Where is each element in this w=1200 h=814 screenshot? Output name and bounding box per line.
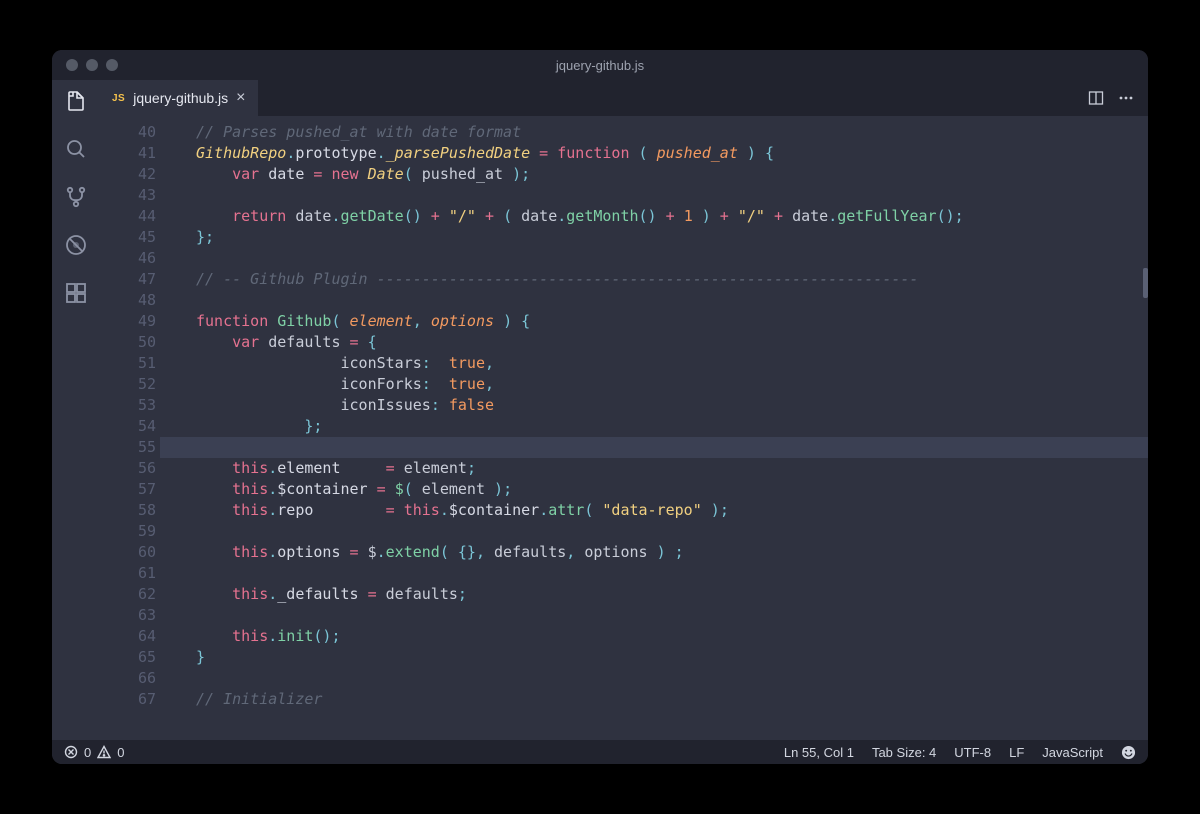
code-line[interactable] — [178, 563, 1148, 584]
activity-bar — [52, 80, 100, 740]
code-line[interactable] — [178, 521, 1148, 542]
code-content[interactable]: // Parses pushed_at with date formatGith… — [178, 116, 1148, 740]
tab-filename: jquery-github.js — [133, 90, 228, 106]
line-number: 61 — [100, 563, 156, 584]
code-line[interactable] — [178, 185, 1148, 206]
line-number: 58 — [100, 500, 156, 521]
more-actions-icon[interactable] — [1118, 90, 1134, 106]
code-line[interactable]: } — [178, 647, 1148, 668]
code-line[interactable]: this._defaults = defaults; — [178, 584, 1148, 605]
code-line[interactable]: // Parses pushed_at with date format — [178, 122, 1148, 143]
code-line[interactable]: this.element = element; — [178, 458, 1148, 479]
line-number: 54 — [100, 416, 156, 437]
line-number: 63 — [100, 605, 156, 626]
code-line[interactable]: var date = new Date( pushed_at ); — [178, 164, 1148, 185]
line-number: 62 — [100, 584, 156, 605]
editor-window: jquery-github.js JS jquery — [52, 50, 1148, 764]
line-number: 55 — [100, 437, 156, 458]
tab-jquery-github[interactable]: JS jquery-github.js × — [100, 80, 258, 116]
extensions-icon[interactable] — [63, 280, 89, 306]
language-mode[interactable]: JavaScript — [1042, 745, 1103, 760]
line-number: 53 — [100, 395, 156, 416]
line-number: 57 — [100, 479, 156, 500]
line-number: 56 — [100, 458, 156, 479]
code-line[interactable]: var defaults = { — [178, 332, 1148, 353]
line-number: 45 — [100, 227, 156, 248]
code-editor[interactable]: 4041424344454647484950515253545556575859… — [100, 116, 1148, 740]
scrollbar-thumb[interactable] — [1143, 268, 1148, 298]
code-line[interactable]: iconForks: true, — [178, 374, 1148, 395]
line-number: 43 — [100, 185, 156, 206]
line-number: 60 — [100, 542, 156, 563]
code-line[interactable]: function Github( element, options ) { — [178, 311, 1148, 332]
line-number: 48 — [100, 290, 156, 311]
code-line[interactable]: this.options = $.extend( {}, defaults, o… — [178, 542, 1148, 563]
source-control-icon[interactable] — [63, 184, 89, 210]
line-number: 66 — [100, 668, 156, 689]
titlebar: jquery-github.js — [52, 50, 1148, 80]
line-number: 65 — [100, 647, 156, 668]
eol[interactable]: LF — [1009, 745, 1024, 760]
error-count[interactable]: 0 — [84, 745, 91, 760]
line-number: 49 — [100, 311, 156, 332]
window-controls — [52, 59, 118, 71]
line-number: 50 — [100, 332, 156, 353]
line-number: 42 — [100, 164, 156, 185]
encoding[interactable]: UTF-8 — [954, 745, 991, 760]
error-icon[interactable] — [64, 745, 78, 759]
search-icon[interactable] — [63, 136, 89, 162]
line-number-gutter: 4041424344454647484950515253545556575859… — [100, 116, 178, 740]
feedback-icon[interactable] — [1121, 745, 1136, 760]
line-number: 64 — [100, 626, 156, 647]
line-number: 44 — [100, 206, 156, 227]
window-title: jquery-github.js — [556, 58, 644, 73]
line-number: 47 — [100, 269, 156, 290]
code-line[interactable]: this.$container = $( element ); — [178, 479, 1148, 500]
code-line[interactable]: iconStars: true, — [178, 353, 1148, 374]
code-line[interactable]: // Initializer — [178, 689, 1148, 710]
indentation[interactable]: Tab Size: 4 — [872, 745, 936, 760]
editor-actions — [1088, 80, 1148, 116]
code-line[interactable]: return date.getDate() + "/" + ( date.get… — [178, 206, 1148, 227]
code-line[interactable] — [178, 605, 1148, 626]
warning-icon[interactable] — [97, 745, 111, 759]
code-line[interactable]: iconIssues: false — [178, 395, 1148, 416]
code-line[interactable]: GithubRepo.prototype._parsePushedDate = … — [178, 143, 1148, 164]
tab-close-icon[interactable]: × — [236, 90, 245, 106]
status-bar: 0 0 Ln 55, Col 1 Tab Size: 4 UTF-8 LF Ja… — [52, 740, 1148, 764]
debug-icon[interactable] — [63, 232, 89, 258]
code-line[interactable] — [178, 290, 1148, 311]
maximize-window-button[interactable] — [106, 59, 118, 71]
line-number: 67 — [100, 689, 156, 710]
minimize-window-button[interactable] — [86, 59, 98, 71]
line-number: 40 — [100, 122, 156, 143]
line-number: 41 — [100, 143, 156, 164]
code-line[interactable]: }; — [178, 227, 1148, 248]
code-line[interactable]: // -- Github Plugin --------------------… — [178, 269, 1148, 290]
code-line[interactable] — [178, 668, 1148, 689]
line-number: 59 — [100, 521, 156, 542]
close-window-button[interactable] — [66, 59, 78, 71]
code-line[interactable]: }; — [178, 416, 1148, 437]
explorer-icon[interactable] — [63, 88, 89, 114]
cursor-position[interactable]: Ln 55, Col 1 — [784, 745, 854, 760]
line-number: 52 — [100, 374, 156, 395]
code-line[interactable]: this.repo = this.$container.attr( "data-… — [178, 500, 1148, 521]
line-number: 46 — [100, 248, 156, 269]
warning-count[interactable]: 0 — [117, 745, 124, 760]
tab-bar: JS jquery-github.js × — [100, 80, 1148, 116]
code-line[interactable]: this.init(); — [178, 626, 1148, 647]
code-line[interactable] — [160, 437, 1148, 458]
js-file-icon: JS — [112, 93, 125, 104]
code-line[interactable] — [178, 248, 1148, 269]
line-number: 51 — [100, 353, 156, 374]
split-editor-icon[interactable] — [1088, 90, 1104, 106]
